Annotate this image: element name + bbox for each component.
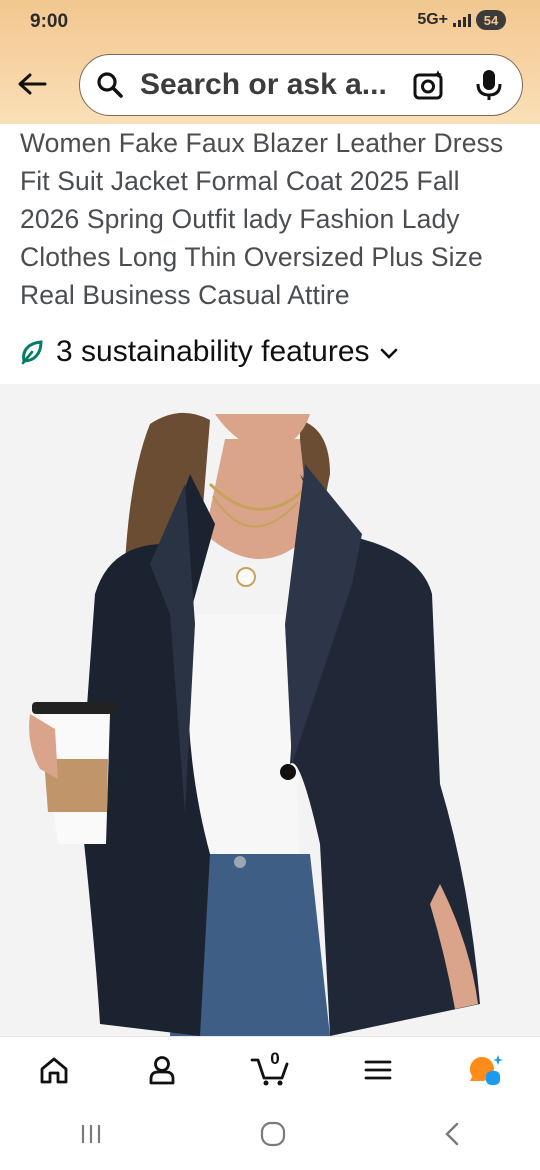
microphone-icon[interactable]	[474, 68, 504, 107]
product-title: Women Fake Faux Blazer Leather Dress Fit…	[20, 128, 504, 310]
bottom-navigation: 0	[0, 1036, 540, 1102]
search-input[interactable]	[140, 68, 402, 102]
sustainability-features-link[interactable]: 3 sustainability features	[20, 330, 398, 374]
network-type: 5G+	[417, 11, 448, 28]
cart-count: 0	[270, 1049, 280, 1068]
battery-icon: 54	[476, 10, 506, 30]
back-chevron-icon	[445, 1122, 459, 1145]
recent-apps-button[interactable]	[79, 1123, 103, 1150]
home-system-button[interactable]	[260, 1121, 286, 1152]
chevron-down-icon	[380, 348, 397, 359]
product-page: 9:00 5G+ 54 Search or ask a... Women Fak…	[0, 0, 540, 1170]
home-icon	[40, 1057, 68, 1084]
rufus-ai-icon	[470, 1055, 503, 1085]
account-icon	[149, 1056, 175, 1085]
status-icons: 5G+ 54	[417, 10, 506, 30]
nav-menu[interactable]	[324, 1037, 432, 1103]
sustainability-label: 3 sustainability features	[56, 335, 370, 368]
status-time: 9:00	[30, 11, 69, 32]
menu-icon	[364, 1060, 392, 1080]
camera-search-icon[interactable]	[412, 68, 446, 107]
back-system-button[interactable]	[443, 1121, 461, 1152]
nav-cart[interactable]: 0	[216, 1037, 324, 1103]
battery-level: 54	[483, 12, 499, 28]
nav-home[interactable]	[0, 1037, 108, 1103]
recent-apps-icon	[81, 1124, 100, 1143]
signal-icon	[453, 13, 471, 27]
system-navigation-bar	[0, 1102, 540, 1170]
product-image[interactable]	[0, 384, 540, 1036]
back-arrow-icon	[18, 73, 47, 95]
status-bar: 9:00 5G+ 54	[0, 0, 540, 44]
nav-account[interactable]	[108, 1037, 216, 1103]
leaf-icon	[21, 340, 43, 365]
nav-rufus[interactable]	[432, 1037, 540, 1103]
search-bar[interactable]	[79, 54, 523, 116]
search-icon	[96, 71, 130, 99]
back-button[interactable]	[14, 66, 50, 102]
home-circle-icon	[260, 1121, 286, 1146]
app-header: 9:00 5G+ 54	[0, 0, 540, 124]
